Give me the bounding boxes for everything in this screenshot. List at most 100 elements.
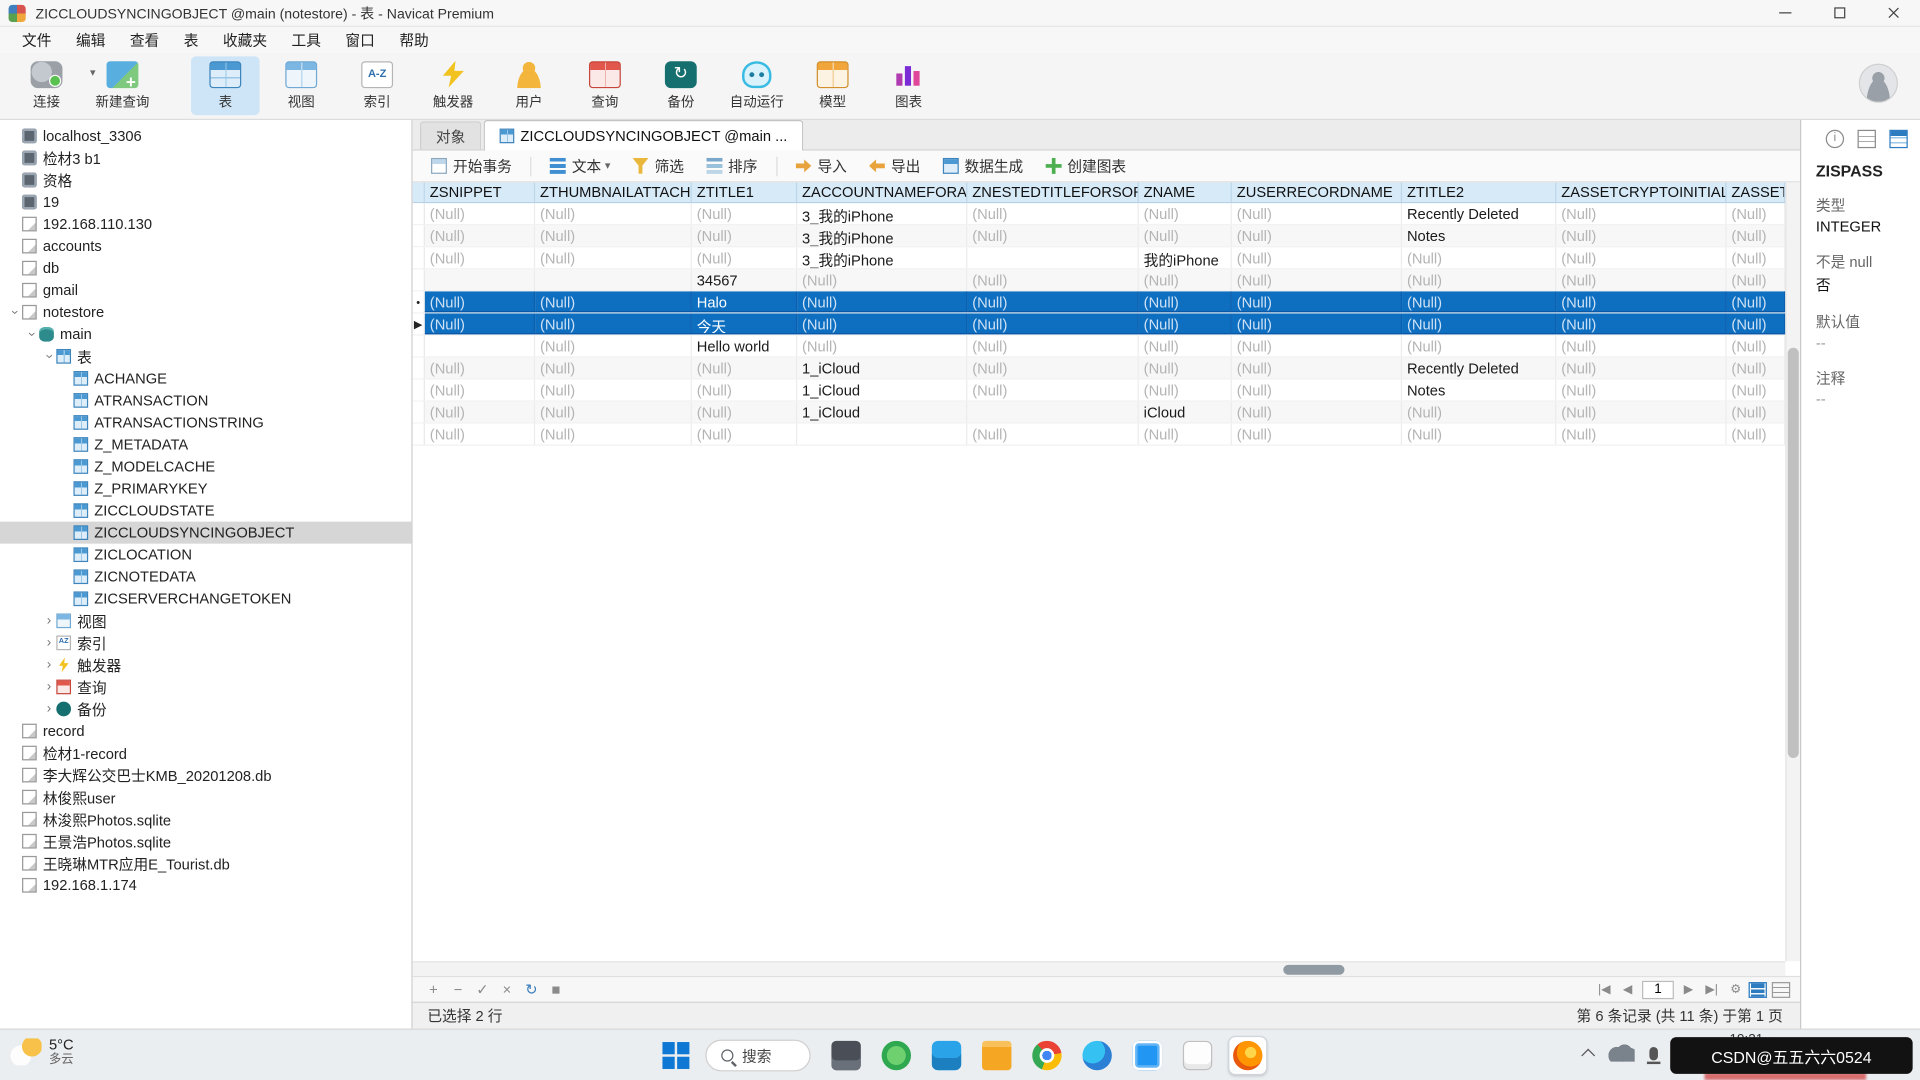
tray-chevron-up-icon[interactable] — [1581, 1048, 1595, 1062]
sidebar-item-zige[interactable]: 资格 — [0, 169, 411, 191]
table-toolbar-sort-button[interactable]: 排序 — [697, 152, 766, 180]
last-page-button[interactable]: ▶| — [1703, 983, 1721, 996]
grid-cell[interactable]: (Null) — [425, 247, 535, 268]
column-header-zassetc[interactable]: ZASSETC — [1727, 182, 1786, 202]
grid-cell[interactable]: (Null) — [535, 358, 692, 379]
grid-cell[interactable]: Notes — [1402, 380, 1556, 401]
grid-cell[interactable]: (Null) — [1727, 380, 1786, 401]
grid-cell[interactable]: (Null) — [1556, 247, 1726, 268]
grid-cell[interactable]: (Null) — [1232, 336, 1402, 357]
grid-cell[interactable]: (Null) — [1402, 313, 1556, 334]
sidebar-item-views-group[interactable]: ›视图 — [0, 610, 411, 632]
taskbar-green-app-button[interactable] — [877, 1036, 916, 1075]
sidebar-item-192-168-110-130[interactable]: 192.168.110.130 — [0, 213, 411, 235]
record-cancel-changes-button[interactable]: × — [496, 979, 518, 1000]
column-header-zaccountnameforac[interactable]: ZACCOUNTNAMEFORAC — [797, 182, 967, 202]
grid-cell[interactable]: (Null) — [425, 203, 535, 224]
grid-cell[interactable]: (Null) — [967, 380, 1138, 401]
note-icon[interactable] — [1858, 130, 1876, 148]
form-view-icon[interactable] — [1772, 981, 1790, 997]
grid-cell[interactable]: (Null) — [797, 336, 967, 357]
grid-cell[interactable]: (Null) — [1139, 225, 1232, 246]
table-row[interactable]: •(Null)(Null)Halo(Null)(Null)(Null)(Null… — [413, 291, 1786, 313]
sidebar-item-accounts[interactable]: accounts — [0, 235, 411, 257]
toolbar-chart-button[interactable]: 图表 — [874, 56, 943, 115]
sidebar-item-z-primarykey[interactable]: Z_PRIMARYKEY — [0, 478, 411, 500]
menu-item-table[interactable]: 表 — [171, 27, 210, 53]
grid-cell[interactable]: (Null) — [1232, 424, 1402, 445]
toolbar-new-query-button[interactable]: 新建查询 — [88, 56, 157, 115]
grid-cell[interactable]: (Null) — [535, 225, 692, 246]
grid-cell[interactable] — [425, 336, 535, 357]
grid-cell[interactable]: (Null) — [1727, 291, 1786, 312]
taskbar-mail-button[interactable] — [927, 1036, 966, 1075]
grid-cell[interactable]: Hello world — [692, 336, 797, 357]
grid-cell[interactable]: (Null) — [1556, 380, 1726, 401]
table-row[interactable]: (Null)(Null)(Null)(Null)(Null)(Null)(Nul… — [413, 424, 1786, 446]
toolbar-model-button[interactable]: 模型 — [798, 56, 867, 115]
record-refresh-button[interactable]: ↻ — [520, 979, 542, 1000]
grid-cell[interactable]: (Null) — [692, 402, 797, 423]
table-toolbar-text-button[interactable]: 文本▾ — [541, 152, 619, 180]
column-header-zname[interactable]: ZNAME — [1139, 182, 1232, 202]
toolbar-index-button[interactable]: 索引 — [343, 56, 412, 115]
grid-cell[interactable]: (Null) — [1727, 225, 1786, 246]
page-number-input[interactable] — [1642, 980, 1674, 998]
taskbar-edge-button[interactable] — [1078, 1036, 1117, 1075]
maximize-button[interactable] — [1812, 0, 1866, 26]
sidebar-item-zicnotedata[interactable]: ZICNOTEDATA — [0, 566, 411, 588]
grid-cell[interactable]: (Null) — [1232, 380, 1402, 401]
column-header-zassetcryptoinitializa[interactable]: ZASSETCRYPTOINITIALIZA — [1556, 182, 1726, 202]
record-stop-button[interactable]: ■ — [545, 979, 567, 1000]
menu-item-help[interactable]: 帮助 — [387, 27, 441, 53]
grid-cell[interactable]: (Null) — [1232, 291, 1402, 312]
grid-cell[interactable]: (Null) — [692, 380, 797, 401]
sidebar-item-linjunxi-user[interactable]: 林俊熙user — [0, 786, 411, 808]
grid-cell[interactable]: (Null) — [1727, 424, 1786, 445]
grid-cell[interactable]: (Null) — [797, 269, 967, 290]
sidebar-item-jiancai1-record[interactable]: 检材1-record — [0, 742, 411, 764]
grid-cell[interactable]: iCloud — [1139, 402, 1232, 423]
grid-cell[interactable] — [967, 402, 1138, 423]
grid-cell[interactable]: 3_我的iPhone — [797, 247, 967, 268]
grid-cell[interactable]: (Null) — [967, 269, 1138, 290]
grid-cell[interactable]: (Null) — [1139, 424, 1232, 445]
grid-cell[interactable] — [425, 269, 535, 290]
table-row[interactable]: (Null)(Null)(Null)3_我的iPhone我的iPhone(Nul… — [413, 247, 1786, 269]
table-row[interactable]: (Null)(Null)(Null)1_iCloud(Null)(Null)(N… — [413, 380, 1786, 402]
expand-arrow-icon[interactable]: › — [42, 702, 57, 717]
vertical-scrollbar-thumb[interactable] — [1788, 348, 1799, 758]
expand-arrow-icon[interactable]: › — [42, 613, 57, 628]
sidebar-item-record[interactable]: record — [0, 720, 411, 742]
grid-cell[interactable]: (Null) — [692, 225, 797, 246]
table-toolbar-create-chart-button[interactable]: 创建图表 — [1037, 152, 1135, 180]
grid-cell[interactable]: 1_iCloud — [797, 402, 967, 423]
settings-gear-icon[interactable]: ⚙ — [1728, 983, 1744, 996]
grid-cell[interactable]: (Null) — [1232, 247, 1402, 268]
grid-cell[interactable]: (Null) — [1556, 203, 1726, 224]
grid-cell[interactable]: (Null) — [1727, 313, 1786, 334]
expand-arrow-icon[interactable]: › — [42, 349, 57, 364]
toolbar-connection-button[interactable]: 连接▾ — [12, 56, 81, 115]
table-row[interactable]: (Null)(Null)(Null)3_我的iPhone(Null)(Null)… — [413, 203, 1786, 225]
tab-table-tab[interactable]: ZICCLOUDSYNCINGOBJECT @main ... — [484, 120, 804, 151]
toolbar-automation-button[interactable]: 自动运行 — [722, 56, 791, 115]
menu-item-tools[interactable]: 工具 — [279, 27, 333, 53]
grid-cell[interactable]: Notes — [1402, 225, 1556, 246]
grid-cell[interactable]: (Null) — [797, 313, 967, 334]
grid-cell[interactable]: (Null) — [1556, 291, 1726, 312]
table-toolbar-data-generation-button[interactable]: 数据生成 — [934, 152, 1032, 180]
grid-cell[interactable]: (Null) — [1556, 225, 1726, 246]
grid-view-icon[interactable] — [1749, 981, 1767, 997]
grid-cell[interactable]: (Null) — [1232, 402, 1402, 423]
grid-cell[interactable]: (Null) — [1727, 269, 1786, 290]
table-row[interactable]: (Null)(Null)(Null)3_我的iPhone(Null)(Null)… — [413, 225, 1786, 247]
grid-cell[interactable]: (Null) — [967, 336, 1138, 357]
grid-cell[interactable]: (Null) — [1727, 336, 1786, 357]
sidebar-item-localhost-3306[interactable]: localhost_3306 — [0, 125, 411, 147]
sidebar-item-tables-group[interactable]: ›表 — [0, 345, 411, 367]
taskbar-search[interactable]: 搜索 — [705, 1040, 810, 1072]
column-header-zthumbnailattachmei[interactable]: ZTHUMBNAILATTACHMEI — [535, 182, 692, 202]
column-header-ztitle2[interactable]: ZTITLE2 — [1402, 182, 1556, 202]
tab-objects[interactable]: 对象 — [420, 121, 481, 149]
